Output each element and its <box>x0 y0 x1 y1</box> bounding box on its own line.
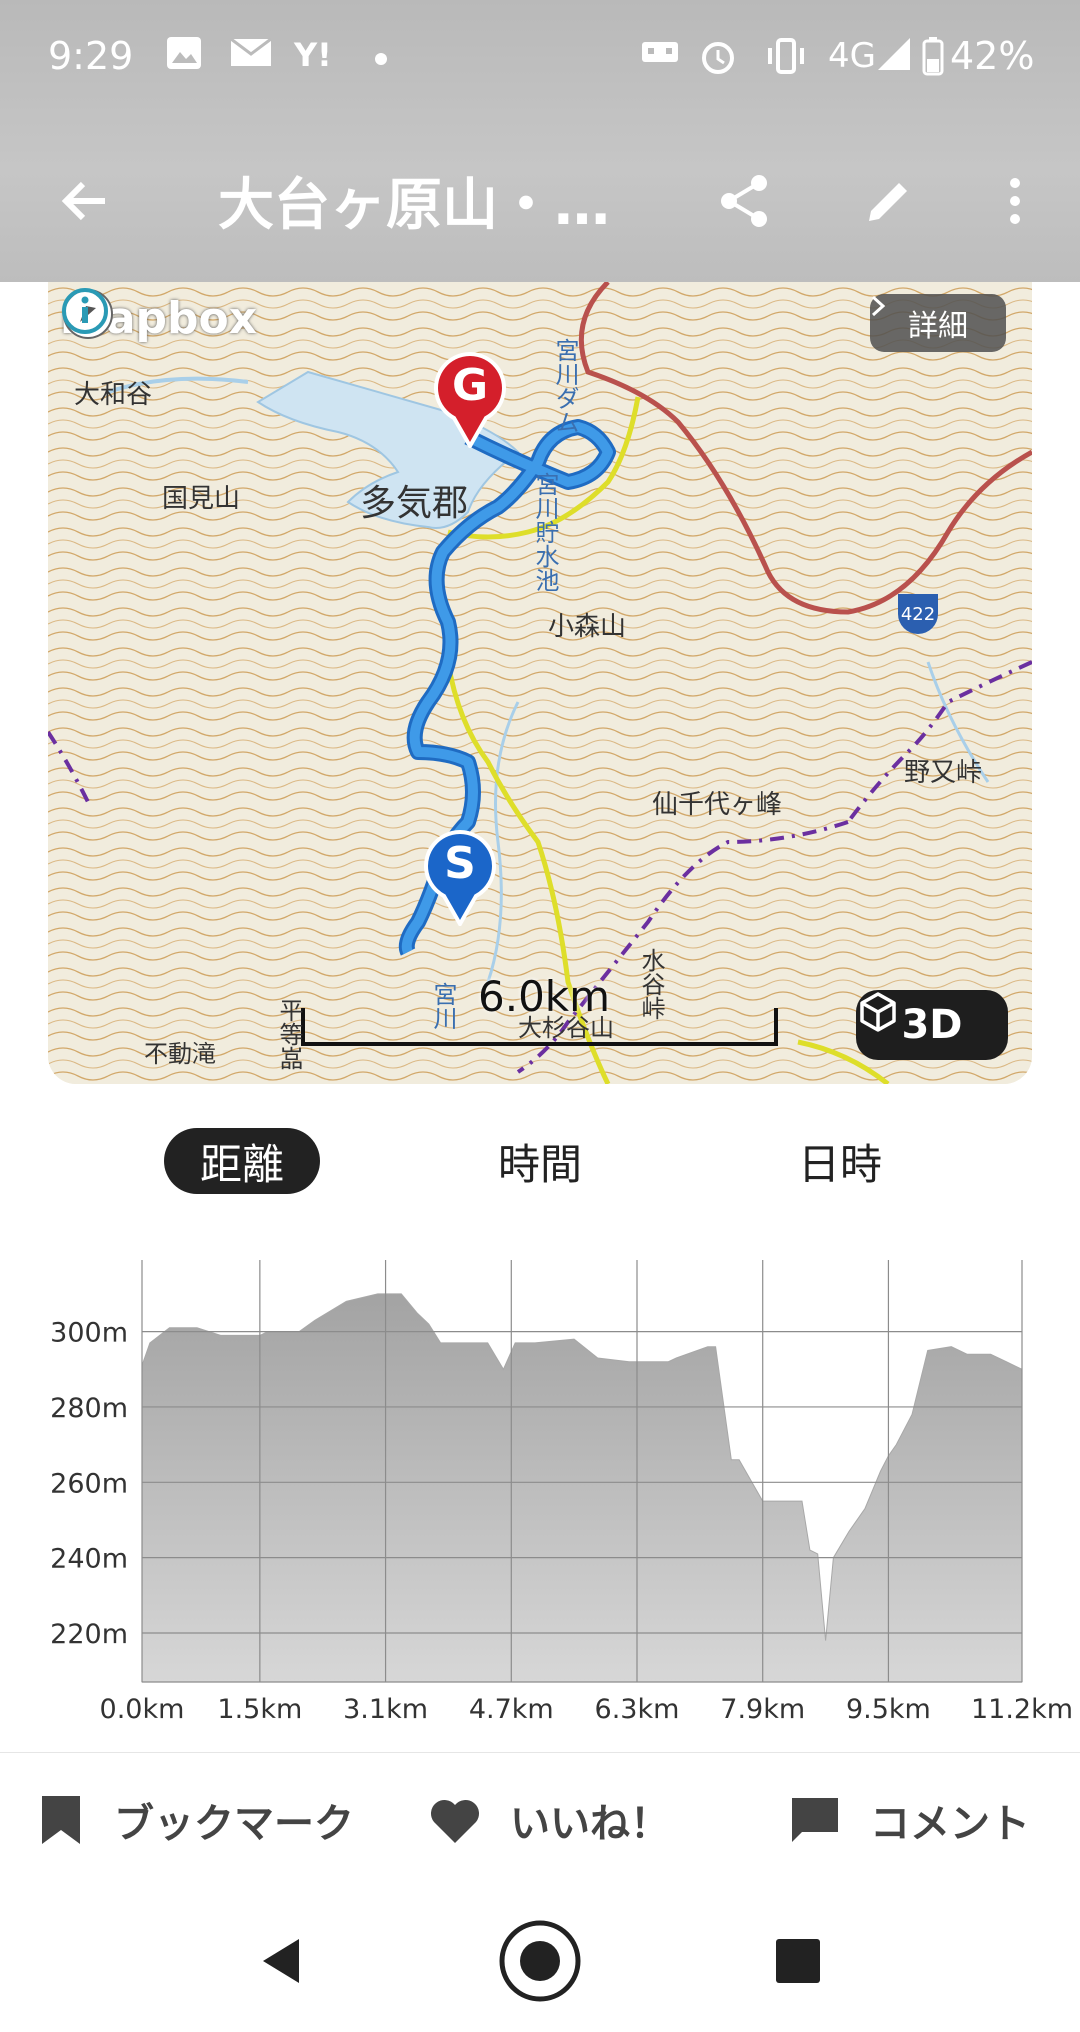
tab-time[interactable]: 時間 <box>460 1128 620 1194</box>
3d-button[interactable]: 3D <box>856 990 1008 1060</box>
battery-icon <box>922 36 944 84</box>
bookmark-label: ブックマーク <box>114 1801 354 1847</box>
photo-icon <box>166 36 202 78</box>
nav-home-icon[interactable] <box>495 1916 585 2006</box>
network-type: 4G <box>828 36 876 76</box>
chevron-right-icon <box>871 295 886 317</box>
x-tick-label: 7.9km <box>720 1694 805 1725</box>
detail-button[interactable]: 詳細 <box>870 294 1006 352</box>
more-vert-icon[interactable] <box>970 156 1060 246</box>
elevation-chart-svg: 0.0km 1.5km 3.1km 4.7km 6.3km 7.9km 9.5km 11.2k… <box>50 1260 1073 1725</box>
place-label: 国見山 <box>162 484 241 514</box>
place-label: 野又峠 <box>904 758 983 788</box>
system-nav-bar <box>0 1886 1080 2032</box>
chart-tabs: 距離 時間 日時 <box>0 1120 1080 1202</box>
yahoo-icon: Y! <box>294 36 332 74</box>
scale-label: 6.0km <box>478 972 611 1021</box>
x-tick-label: 1.5km <box>217 1694 302 1725</box>
bookmark-icon <box>42 1796 80 1844</box>
elevation-chart: 0.0km 1.5km 3.1km 4.7km 6.3km 7.9km 9.5km 11.2k… <box>0 1240 1080 1740</box>
start-marker-label: S <box>444 838 476 889</box>
map-canvas <box>48 282 1032 1084</box>
top-bar: 9:29 Y! 4G 42% 大台ヶ原山・… <box>0 0 1080 282</box>
status-bar: 9:29 Y! 4G 42% <box>0 0 1080 116</box>
start-marker[interactable]: S <box>422 830 498 926</box>
back-arrow-icon[interactable] <box>40 156 130 246</box>
y-tick-label: 280m <box>50 1393 128 1424</box>
x-tick-label: 6.3km <box>595 1694 680 1725</box>
status-time: 9:29 <box>48 34 134 78</box>
edit-icon[interactable] <box>844 156 934 246</box>
remote-icon <box>640 36 680 78</box>
y-tick-label: 300m <box>50 1318 128 1349</box>
goal-marker-label: G <box>451 360 489 411</box>
place-label: 仙千代ヶ峰 <box>652 790 783 820</box>
route-shield: 422 <box>898 594 938 634</box>
x-tick-label: 4.7km <box>469 1694 554 1725</box>
x-tick-label: 0.0km <box>100 1694 185 1725</box>
like-button[interactable]: いいね！ <box>428 1753 670 1887</box>
place-label: 不動滝 <box>144 1040 216 1068</box>
x-tick-label: 9.5km <box>846 1694 931 1725</box>
place-label: 平等嵓 <box>275 998 303 1070</box>
y-tick-label: 220m <box>50 1619 128 1650</box>
place-label: 小森山 <box>548 612 627 642</box>
signal-icon <box>876 36 912 80</box>
3d-button-label: 3D <box>901 1002 963 1048</box>
battery-percent: 42% <box>950 34 1035 78</box>
mapbox-logo: mapbox <box>60 286 257 350</box>
alarm-icon <box>698 36 738 84</box>
bookmark-button[interactable]: ブックマーク <box>36 1753 354 1887</box>
share-icon[interactable] <box>700 156 790 246</box>
vibrate-icon <box>764 36 808 84</box>
place-label: 宮川 <box>429 982 457 1030</box>
place-label: 水谷峠 <box>637 948 665 1020</box>
like-label: いいね！ <box>510 1801 670 1847</box>
place-label: 大和谷 <box>74 380 153 410</box>
comment-icon <box>792 1798 838 1842</box>
detail-button-label: 詳細 <box>908 309 968 344</box>
cube-icon <box>860 992 896 1032</box>
comment-label: コメント <box>870 1801 1030 1847</box>
page-title: 大台ヶ原山・… <box>218 173 610 238</box>
info-icon[interactable] <box>60 286 110 336</box>
y-tick-label: 240m <box>50 1544 128 1575</box>
dot-icon <box>374 36 388 74</box>
tab-datetime[interactable]: 日時 <box>760 1128 920 1194</box>
elevation-area <box>141 1293 1023 1683</box>
tab-distance[interactable]: 距離 <box>164 1128 320 1194</box>
heart-icon <box>430 1799 480 1843</box>
x-tick-label: 3.1km <box>343 1694 428 1725</box>
place-label: 多気郡 <box>360 483 469 524</box>
goal-marker[interactable]: G <box>432 352 508 448</box>
route-map[interactable]: 大和谷 国見山 多気郡 宮川ダム 宮川貯水池 小森山 仙千代ヶ峰 野又峠 水谷峠… <box>48 282 1032 1084</box>
y-tick-label: 260m <box>50 1468 128 1499</box>
action-bar: ブックマーク いいね！ コメント <box>0 1752 1080 1887</box>
place-label: 宮川ダム <box>551 338 579 434</box>
nav-back-icon[interactable] <box>236 1916 326 2006</box>
x-tick-label: 11.2km <box>971 1694 1073 1725</box>
mail-icon <box>230 36 272 76</box>
nav-recents-icon[interactable] <box>753 1916 843 2006</box>
place-label: 宮川貯水池 <box>531 472 559 592</box>
app-bar: 大台ヶ原山・… <box>0 116 1080 282</box>
comment-button[interactable]: コメント <box>788 1753 1030 1887</box>
